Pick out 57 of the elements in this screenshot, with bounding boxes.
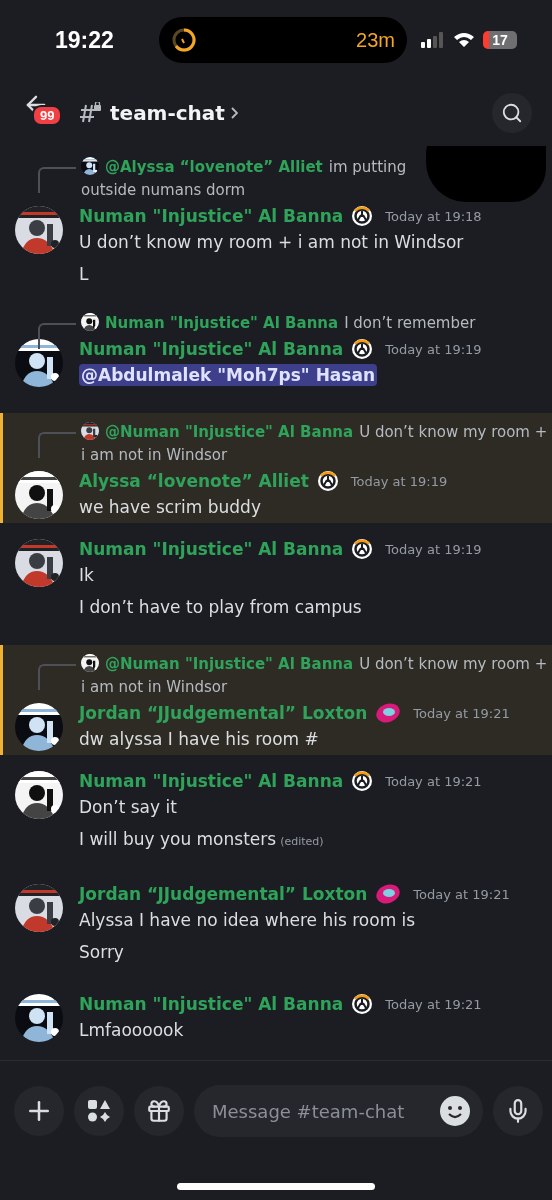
locked-channel-icon	[80, 102, 102, 124]
message-text: Don’t say it	[79, 796, 178, 819]
search-button[interactable]	[492, 93, 532, 133]
author-name[interactable]: Numan "Injustice" Al Banna	[79, 339, 344, 359]
message-text: Alyssa I have no idea where his room is	[79, 909, 417, 932]
author-name[interactable]: Numan "Injustice" Al Banna	[79, 539, 344, 559]
timestamp: Today at 19:21	[385, 773, 482, 789]
battery-indicator: 17	[483, 31, 517, 49]
attach-button[interactable]	[14, 1086, 64, 1136]
message-text: Lmfaoooook	[79, 1019, 185, 1042]
message-text: I don’t have to play from campus	[79, 596, 363, 619]
signal-icon	[421, 32, 445, 48]
author-name[interactable]: Jordan “JJudgemental” Loxton	[79, 703, 368, 723]
timestamp: Today at 19:18	[385, 208, 482, 224]
message-text: Ik	[79, 564, 95, 587]
message-bar[interactable]: Message #team-chat	[194, 1085, 483, 1137]
author-name[interactable]: Numan "Injustice" Al Banna	[79, 771, 344, 791]
timestamp: Today at 19:19	[350, 473, 448, 489]
reply-connector	[38, 432, 76, 458]
gift-icon	[146, 1098, 172, 1124]
chevron-icon	[230, 107, 238, 119]
timestamp: Today at 19:21	[413, 886, 510, 902]
timestamp: Today at 19:21	[385, 996, 482, 1012]
gift-button[interactable]	[134, 1086, 184, 1136]
reply-connector	[38, 167, 76, 193]
message-text: we have scrim buddy	[79, 496, 262, 519]
reply-preview[interactable]: @Numan "Injustice" Al Banna U don’t know my room + i am not in Windsor	[81, 421, 552, 467]
emoji-icon[interactable]	[439, 1095, 471, 1127]
edited-label: (edited)	[280, 835, 324, 848]
channel-title[interactable]: team-chat	[110, 101, 238, 125]
author-name[interactable]: Alyssa “lovenote” Alliet	[79, 471, 309, 491]
unread-badge: 99	[32, 105, 63, 126]
wifi-icon	[453, 32, 475, 48]
reply-preview[interactable]: @Alyssa “lovenote” Alliet im putting outside numans dorm	[81, 156, 552, 202]
message-text: dw alyssa I have his room #	[79, 728, 320, 751]
author-name[interactable]: Numan "Injustice" Al Banna	[79, 994, 344, 1014]
search-icon	[501, 102, 523, 124]
apps-icon	[86, 1098, 112, 1124]
reply-preview[interactable]: @Numan "Injustice" Al Banna U don’t know my room + i am not in Windsor	[81, 653, 552, 699]
author-name[interactable]: Numan "Injustice" Al Banna	[79, 206, 344, 226]
message-text: L	[79, 263, 90, 286]
message-text: Sorry	[79, 941, 125, 964]
activity-time: 23m	[356, 28, 395, 52]
apps-button[interactable]	[74, 1086, 124, 1136]
voice-button[interactable]	[493, 1086, 543, 1136]
timer-icon	[171, 27, 197, 53]
timestamp: Today at 19:19	[385, 541, 482, 557]
message-text: I will buy you monsters	[79, 829, 277, 849]
reply-preview[interactable]: Numan "Injustice" Al Banna I don’t remember	[81, 312, 552, 335]
timestamp: Today at 19:21	[413, 705, 510, 721]
user-mention[interactable]: @Abdulmalek "Moh7ps" Hasan	[79, 364, 378, 386]
author-name[interactable]: Jordan “JJudgemental” Loxton	[79, 884, 368, 904]
reply-connector	[38, 664, 76, 690]
message-text: U don’t know my room + i am not in Windsor	[79, 231, 465, 254]
message-input[interactable]: Message #team-chat	[210, 1099, 439, 1123]
clock: 19:22	[55, 26, 115, 54]
timestamp: Today at 19:19	[385, 341, 482, 357]
